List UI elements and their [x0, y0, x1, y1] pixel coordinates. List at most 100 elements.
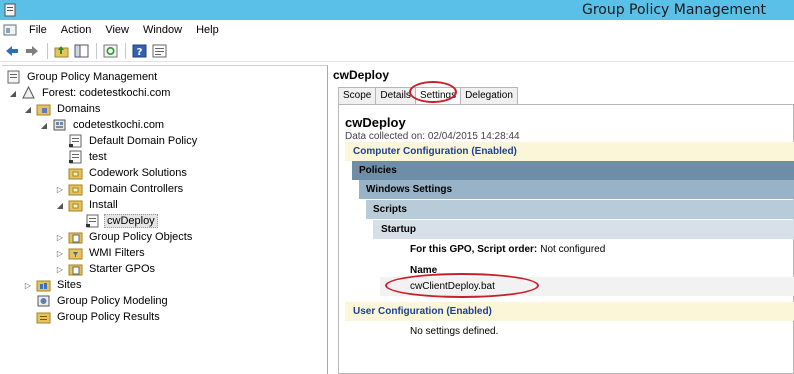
- computer-configuration-section[interactable]: Computer Configuration (Enabled): [345, 142, 794, 161]
- tab-delegation[interactable]: Delegation: [460, 87, 518, 104]
- tree-item-codework-solutions[interactable]: Codework Solutions: [68, 165, 189, 181]
- folder-up-icon: [54, 45, 68, 57]
- menu-file[interactable]: File: [22, 20, 54, 40]
- forward-arrow-icon: [26, 45, 38, 56]
- no-settings-text: No settings defined.: [410, 326, 499, 337]
- tree-label: test: [89, 151, 107, 163]
- forest-icon: [22, 86, 35, 99]
- tree-item-sites[interactable]: ▷ Sites: [23, 277, 83, 293]
- tree-item-group-policy-objects[interactable]: ▷ Group Policy Objects: [55, 229, 194, 245]
- tree-item-domains[interactable]: ◢ Domains: [23, 101, 102, 117]
- system-menu-icon[interactable]: [3, 23, 17, 37]
- collapse-chevron-icon[interactable]: ◢: [39, 121, 49, 130]
- tab-strip: Scope Details Settings Delegation: [338, 87, 518, 105]
- tree-item-domain-controllers[interactable]: ▷ Domain Controllers: [55, 181, 185, 197]
- script-row: cwClientDeploy.bat: [380, 277, 794, 296]
- windows-settings-section[interactable]: Windows Settings: [359, 180, 794, 199]
- tab-scope[interactable]: Scope: [338, 87, 377, 104]
- starter-gpo-folder-icon: [68, 264, 83, 276]
- gpo-link-icon: [86, 214, 99, 228]
- tree-label: Sites: [57, 279, 82, 291]
- tree-label: Group Policy Objects: [89, 231, 193, 243]
- help-button[interactable]: ?: [131, 43, 147, 59]
- toolbar-separator: [47, 42, 48, 59]
- tree-label: Forest: codetestkochi.com: [42, 87, 171, 99]
- menu-view[interactable]: View: [98, 20, 136, 40]
- script-order-label: For this GPO, Script order:: [410, 244, 538, 255]
- menu-bar: File Action View Window Help: [0, 20, 794, 40]
- menu-action[interactable]: Action: [54, 20, 99, 40]
- expand-chevron-icon[interactable]: ▷: [55, 185, 65, 194]
- report-collected-date: Data collected on: 02/04/2015 14:28:44: [345, 131, 520, 142]
- name-column-header: Name: [410, 265, 438, 276]
- up-button[interactable]: [53, 43, 69, 59]
- domains-folder-icon: [36, 104, 51, 116]
- tree-item-default-domain-policy[interactable]: Default Domain Policy: [68, 133, 199, 149]
- policies-section[interactable]: Policies: [352, 161, 794, 180]
- tree-item-wmi-filters[interactable]: ▷ WMI Filters: [55, 245, 147, 261]
- show-hide-tree-icon: [74, 44, 88, 57]
- forward-button[interactable]: [24, 43, 40, 59]
- gpm-console-icon: [7, 70, 20, 84]
- ou-folder-icon: [68, 200, 83, 212]
- refresh-button[interactable]: [102, 43, 118, 59]
- window-title: Group Policy Management: [581, 2, 766, 18]
- tree-label: codetestkochi.com: [73, 119, 165, 131]
- tab-settings[interactable]: Settings: [414, 87, 462, 105]
- wmi-folder-icon: [68, 248, 83, 260]
- tree-item-cwdeploy[interactable]: cwDeploy: [85, 213, 158, 229]
- show-hide-tree-button[interactable]: [73, 43, 89, 59]
- tab-details[interactable]: Details: [375, 87, 416, 104]
- expand-chevron-icon[interactable]: ▷: [23, 281, 33, 290]
- startup-section[interactable]: Startup: [373, 220, 794, 239]
- toolbar-separator: [125, 42, 126, 59]
- tree-label: Install: [89, 199, 118, 211]
- tree-item-group-policy-modeling[interactable]: Group Policy Modeling: [36, 293, 170, 309]
- toolbar-separator: [96, 42, 97, 59]
- user-configuration-section[interactable]: User Configuration (Enabled): [345, 302, 794, 321]
- sites-icon: [36, 280, 51, 292]
- domain-icon: [53, 119, 66, 131]
- refresh-icon: [103, 44, 117, 57]
- tree-item-gpm-root[interactable]: Group Policy Management: [6, 69, 159, 85]
- collapse-chevron-icon[interactable]: ◢: [8, 89, 18, 98]
- tree-item-domain[interactable]: ◢ codetestkochi.com: [39, 117, 166, 133]
- gpo-container-icon: [68, 232, 83, 244]
- help-icon: ?: [132, 44, 146, 58]
- back-button[interactable]: [4, 43, 20, 59]
- tree-label: WMI Filters: [89, 247, 145, 259]
- tree-label: cwDeploy: [104, 214, 158, 228]
- tree-label: Codework Solutions: [89, 167, 187, 179]
- details-pane: cwDeploy Scope Details Settings Delegati…: [331, 65, 794, 374]
- tree-item-starter-gpos[interactable]: ▷ Starter GPOs: [55, 261, 157, 277]
- tree-item-install[interactable]: ◢ Install: [55, 197, 120, 213]
- collapse-chevron-icon[interactable]: ◢: [55, 201, 65, 210]
- svg-text:?: ?: [136, 47, 142, 58]
- expand-chevron-icon[interactable]: ▷: [55, 265, 65, 274]
- properties-button[interactable]: [151, 43, 167, 59]
- scripts-section[interactable]: Scripts: [366, 200, 794, 219]
- tree-label: Group Policy Modeling: [57, 295, 168, 307]
- toolbar: ?: [0, 40, 794, 62]
- tree-item-forest[interactable]: ◢ Forest: codetestkochi.com: [8, 85, 172, 101]
- collapse-chevron-icon[interactable]: ◢: [23, 105, 33, 114]
- pane-heading: cwDeploy: [333, 68, 390, 82]
- tree-item-test[interactable]: test: [68, 149, 109, 165]
- expand-chevron-icon[interactable]: ▷: [55, 249, 65, 258]
- ou-folder-icon: [68, 168, 83, 180]
- tree-label: Domains: [57, 103, 101, 115]
- gpo-link-icon: [69, 134, 82, 148]
- gpo-link-icon: [69, 150, 82, 164]
- tree-label: Group Policy Results: [57, 311, 160, 323]
- script-order-value: Not configured: [540, 244, 606, 255]
- no-settings-row: No settings defined.: [380, 322, 794, 341]
- tree-label: Group Policy Management: [27, 71, 158, 83]
- report-gpo-name: cwDeploy: [345, 115, 406, 130]
- menu-help[interactable]: Help: [189, 20, 226, 40]
- tree-item-group-policy-results[interactable]: Group Policy Results: [36, 309, 162, 325]
- console-tree[interactable]: Group Policy Management ◢ Forest: codete…: [2, 65, 328, 374]
- tree-label: Domain Controllers: [89, 183, 184, 195]
- expand-chevron-icon[interactable]: ▷: [55, 233, 65, 242]
- menu-window[interactable]: Window: [136, 20, 189, 40]
- tree-label: Default Domain Policy: [89, 135, 198, 147]
